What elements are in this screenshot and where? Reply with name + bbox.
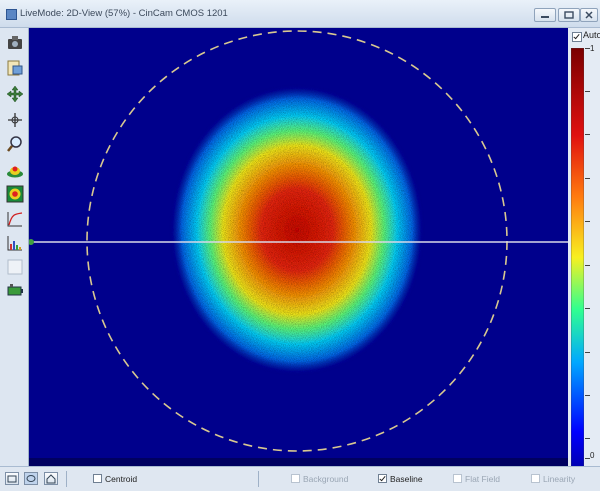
auto-scale-label: Auto — [583, 30, 600, 40]
left-toolbar — [0, 28, 29, 466]
colorbar-tick — [585, 352, 590, 353]
auto-scale-checkbox[interactable] — [572, 32, 582, 42]
app-icon — [6, 9, 17, 20]
window-icon — [7, 475, 17, 483]
camera-button[interactable] — [6, 34, 24, 52]
beam-spot — [169, 84, 425, 376]
close-icon — [585, 11, 593, 19]
home-view-button[interactable] — [44, 472, 58, 485]
linearity-label: Linearity — [543, 474, 576, 484]
colorbar-min-label: 0 — [590, 451, 595, 460]
beam-image-view[interactable] — [29, 28, 568, 466]
zoom-icon — [7, 136, 22, 152]
ellipse-icon — [26, 475, 36, 482]
title-bar: LiveMode: 2D-View (57%) - CinCam CMOS 12… — [0, 0, 600, 28]
crosshair-button[interactable] — [6, 111, 24, 129]
home-icon — [46, 474, 56, 484]
blank-icon — [7, 259, 23, 275]
colorbar-tick — [585, 91, 590, 92]
ellipse-mode-button[interactable] — [24, 472, 38, 485]
colorbar-tick — [585, 458, 590, 459]
profile-button[interactable] — [6, 210, 24, 228]
histogram-icon — [7, 236, 22, 251]
colorbar-tick — [585, 395, 590, 396]
minimize-button[interactable] — [534, 8, 556, 22]
colorbar-tick — [585, 308, 590, 309]
crosshair-icon — [8, 113, 22, 127]
linearity-checkbox[interactable] — [531, 474, 540, 483]
baseline-checkbox[interactable] — [378, 474, 387, 483]
minimize-icon — [541, 16, 549, 18]
baseline-label: Baseline — [390, 474, 423, 484]
beam-profile-image — [29, 28, 568, 466]
maximize-button[interactable] — [558, 8, 580, 22]
separator — [66, 471, 67, 487]
blank-tool-button[interactable] — [6, 258, 24, 276]
colorbar-tick — [585, 265, 590, 266]
pan-icon — [6, 85, 24, 103]
colorbar-tick — [585, 134, 590, 135]
centroid-label: Centroid — [105, 474, 138, 484]
separator — [258, 471, 259, 487]
colorbar-tick — [585, 48, 590, 49]
3d-view-button[interactable] — [6, 161, 24, 179]
battery-button[interactable] — [6, 281, 24, 299]
colorbar-max-label: 1 — [590, 44, 595, 53]
2d-view-icon — [6, 185, 24, 203]
window-title: LiveMode: 2D-View (57%) - CinCam CMOS 12… — [20, 8, 228, 19]
color-scale-bar — [571, 48, 584, 484]
2d-view-button[interactable] — [6, 185, 24, 203]
colorbar-tick — [585, 178, 590, 179]
colorbar-tick — [585, 221, 590, 222]
window-mode-button[interactable] — [5, 472, 19, 485]
camera-icon — [8, 36, 22, 49]
status-bar: Centroid Background Baseline Flat Field … — [0, 466, 600, 491]
colorbar-panel: Auto 1 0 — [568, 28, 600, 484]
histogram-button[interactable] — [6, 234, 24, 252]
maximize-icon — [564, 11, 574, 19]
colorbar-tick — [585, 438, 590, 439]
profile-icon — [7, 212, 23, 227]
flat-field-checkbox[interactable] — [453, 474, 462, 483]
export-icon — [7, 60, 23, 76]
export-button[interactable] — [6, 59, 24, 77]
centroid-checkbox[interactable] — [93, 474, 102, 483]
close-button[interactable] — [580, 8, 598, 22]
pan-button[interactable] — [6, 85, 24, 103]
background-label: Background — [303, 474, 349, 484]
flat-field-label: Flat Field — [465, 474, 500, 484]
battery-icon — [7, 284, 23, 296]
zoom-button[interactable] — [6, 135, 24, 153]
3d-view-icon — [7, 166, 23, 178]
background-checkbox[interactable] — [291, 474, 300, 483]
